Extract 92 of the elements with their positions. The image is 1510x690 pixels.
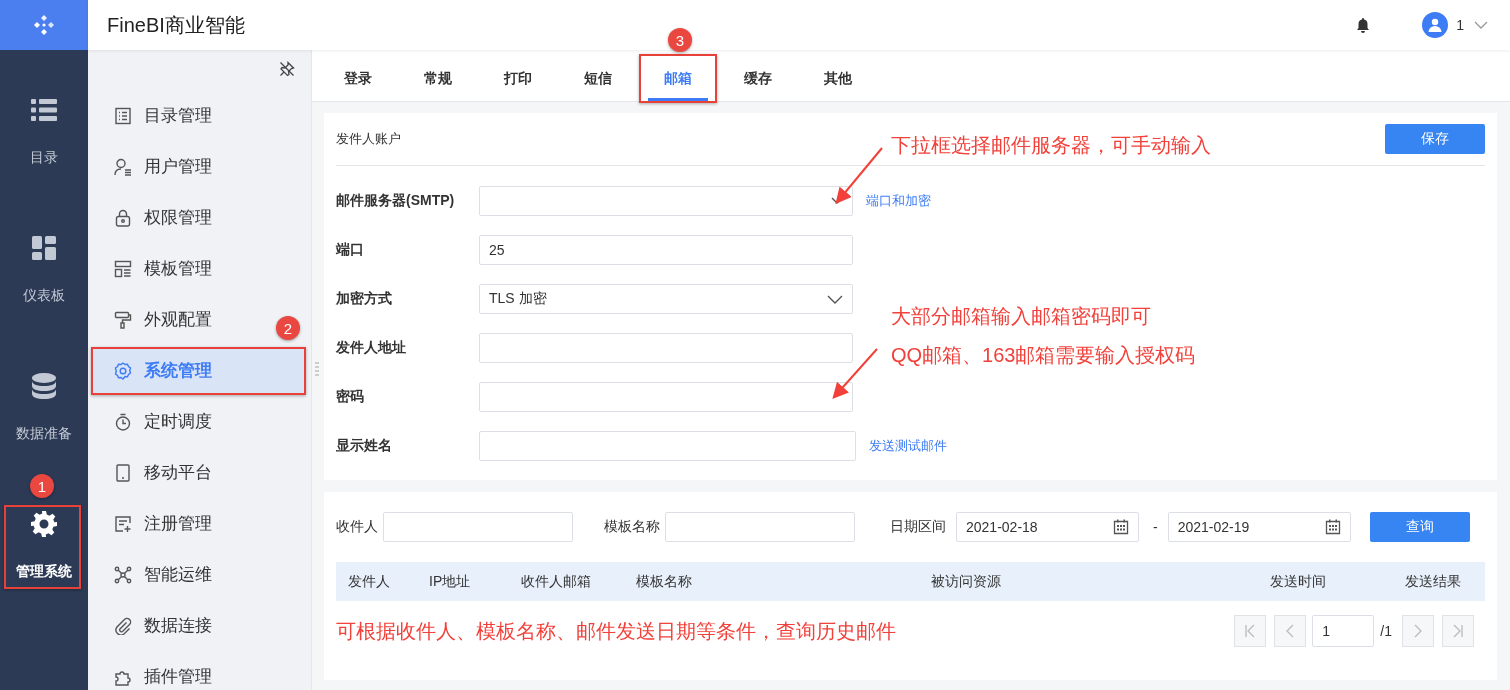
- resize-handle-icon[interactable]: [315, 362, 319, 376]
- database-icon: [32, 373, 56, 399]
- nav-item[interactable]: 目录: [0, 97, 88, 167]
- layout-icon: [114, 259, 132, 278]
- tablet-icon: [114, 463, 132, 482]
- date-field[interactable]: 2021-02-19: [1167, 512, 1351, 542]
- menu-item[interactable]: 外观配置: [92, 296, 220, 343]
- last-page-button[interactable]: [1442, 615, 1474, 647]
- column-header: 发送时间: [1269, 572, 1327, 591]
- menu-item[interactable]: 注册管理: [92, 500, 220, 547]
- tab[interactable]: 缓存: [723, 57, 793, 101]
- network-icon: [114, 565, 132, 584]
- annotation-text: QQ邮箱、163邮箱需要输入授权码: [891, 343, 1196, 368]
- input-field[interactable]: [383, 512, 573, 542]
- lock-icon: [114, 208, 132, 227]
- tab[interactable]: 常规: [403, 57, 473, 101]
- column-header: 模板名称: [636, 572, 693, 591]
- settings-icon: [31, 511, 57, 537]
- menu-item[interactable]: 智能运维: [92, 551, 220, 598]
- date-separator: -: [1153, 519, 1158, 535]
- avatar-icon[interactable]: [1422, 12, 1449, 38]
- tab[interactable]: 其他: [803, 57, 873, 101]
- first-page-button[interactable]: [1234, 615, 1267, 647]
- nav-item[interactable]: 数据准备: [0, 373, 88, 443]
- user-icon: [114, 157, 132, 176]
- logo-icon: [33, 14, 55, 36]
- nav-item[interactable]: 仪表板: [0, 235, 88, 305]
- nav-item[interactable]: 管理系统: [0, 511, 88, 581]
- dashboard-icon: [32, 235, 56, 261]
- calendar-icon: [1324, 519, 1341, 535]
- bell-icon[interactable]: [1356, 17, 1371, 33]
- select-field[interactable]: TLS 加密: [479, 284, 853, 314]
- save-button[interactable]: 保存: [1385, 124, 1485, 154]
- column-header: 发件人: [348, 572, 391, 591]
- calendar-icon: [1113, 519, 1129, 535]
- input-field[interactable]: 25: [479, 235, 853, 265]
- menu-item[interactable]: 权限管理: [92, 194, 220, 241]
- field-label: 邮件服务器(SMTP): [336, 192, 456, 210]
- input-field[interactable]: [479, 333, 853, 363]
- user-name[interactable]: 1: [1456, 17, 1464, 33]
- chevron-down-icon[interactable]: [1474, 21, 1488, 29]
- tab[interactable]: 邮箱: [643, 57, 713, 101]
- chevron-down-icon: [827, 294, 843, 304]
- date-field[interactable]: 2021-02-18: [956, 512, 1139, 542]
- tab[interactable]: 登录: [323, 57, 393, 101]
- field-label: 显示姓名: [336, 437, 393, 455]
- next-page-button[interactable]: [1402, 615, 1434, 647]
- link[interactable]: 发送测试邮件: [869, 437, 947, 455]
- field-label: 发件人地址: [336, 339, 407, 357]
- menu-item[interactable]: 移动平台: [92, 449, 220, 496]
- arrow: [832, 348, 878, 399]
- page-field[interactable]: 1: [1312, 615, 1375, 647]
- column-header: 被访问资源: [929, 572, 1002, 591]
- filter-label: 日期区间: [890, 518, 946, 536]
- page-total: /1: [1380, 623, 1392, 639]
- tab[interactable]: 打印: [483, 57, 553, 101]
- menu-item[interactable]: 定时调度: [92, 398, 220, 445]
- column-header: IP地址: [429, 572, 472, 591]
- menu-item[interactable]: 数据连接: [92, 602, 220, 649]
- query-button[interactable]: 查询: [1369, 512, 1470, 542]
- menu-item[interactable]: 插件管理: [92, 653, 220, 690]
- link[interactable]: 端口和加密: [866, 192, 931, 210]
- form-add-icon: [114, 514, 132, 533]
- field-label: 加密方式: [336, 290, 393, 308]
- field-label: 端口: [336, 241, 365, 259]
- document-list-icon: [114, 106, 132, 125]
- last-page-icon: [1451, 623, 1465, 639]
- paperclip-icon: [114, 616, 132, 635]
- app-title: FineBI商业智能: [107, 12, 246, 38]
- column-header: 发送结果: [1404, 572, 1462, 591]
- input-field[interactable]: [665, 512, 855, 542]
- tab[interactable]: 短信: [563, 57, 633, 101]
- column-header: 收件人邮箱: [521, 572, 592, 591]
- settings-icon: [114, 361, 132, 380]
- list-icon: [31, 97, 57, 123]
- annotation-text: 下拉框选择邮件服务器，可手动输入: [891, 133, 1211, 158]
- paint-roller-icon: [114, 310, 132, 329]
- timer-icon: [114, 412, 132, 431]
- filter-label: 模板名称: [604, 518, 660, 536]
- combo-box[interactable]: [479, 186, 853, 216]
- menu-item[interactable]: 用户管理: [92, 143, 220, 190]
- filter-label: 收件人: [336, 518, 378, 536]
- menu-item[interactable]: 模板管理: [92, 245, 220, 292]
- field-label: 密码: [336, 388, 365, 406]
- input-field[interactable]: [479, 431, 856, 461]
- hint-text: 可根据收件人、模板名称、邮件发送日期等条件，查询历史邮件: [336, 618, 896, 644]
- menu-item[interactable]: 目录管理: [92, 92, 220, 139]
- annotation-text: 大部分邮箱输入邮箱密码即可: [891, 304, 1151, 329]
- input-field[interactable]: [479, 382, 853, 412]
- previous-page-button[interactable]: [1274, 615, 1307, 647]
- section-title: 发件人账户: [336, 130, 401, 148]
- pin-icon[interactable]: [279, 61, 295, 77]
